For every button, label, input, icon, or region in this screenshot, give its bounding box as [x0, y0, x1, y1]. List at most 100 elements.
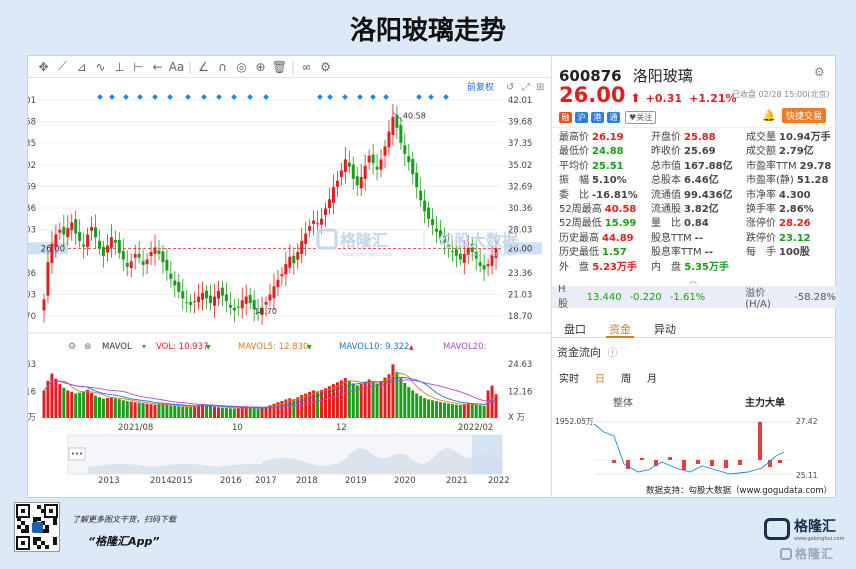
volume-bar [260, 407, 264, 418]
arrow-left-icon[interactable]: ← [148, 60, 167, 74]
flow-bar [612, 460, 616, 463]
overview-year-label: 2019 [345, 476, 367, 486]
flow-tab-overall[interactable]: 整体 [552, 394, 694, 410]
volume-bar [62, 387, 66, 418]
flow-bar [696, 460, 700, 464]
qr-module [45, 529, 49, 533]
vol-tick-right: 12.16 [508, 387, 532, 397]
collapse-chevron-icon[interactable]: ︿ [689, 275, 697, 286]
quote-cell: 总市值 167.88亿 [651, 160, 746, 174]
quick-trade-button[interactable]: 快捷交易 [782, 108, 827, 123]
quote-cell: 总股本 6.46亿 [651, 174, 746, 188]
volume-bar [224, 407, 228, 418]
ruler-icon[interactable]: ∠ [194, 60, 213, 74]
quote-row: 52周最低 15.99 量 比 0.84 涨停价 28.26 [559, 217, 831, 231]
eye-icon[interactable]: ◎ [232, 60, 251, 74]
y-tick-right: 39.68 [508, 118, 532, 128]
quote-value: 6.46亿 [684, 175, 719, 187]
candle [117, 239, 121, 253]
more-icon: ••• [71, 450, 83, 458]
volume-bar [113, 398, 117, 418]
flow-bar [640, 458, 644, 460]
outer-volume: 外 盘 5.23万手 [559, 262, 637, 273]
tab-anomaly[interactable]: 异动 [654, 321, 676, 337]
volume-bar [129, 401, 133, 418]
candle [327, 199, 331, 209]
volume-bar [212, 406, 216, 418]
help-icon[interactable]: ⓘ [608, 348, 618, 359]
volume-bar [90, 393, 94, 418]
volume-bar [189, 407, 193, 418]
volume-bar [161, 404, 165, 418]
range-icon[interactable]: ⊢ [129, 60, 148, 74]
qr-module [21, 529, 25, 533]
quote-value: 100股 [779, 247, 810, 259]
volume-bar [137, 402, 141, 418]
bell-icon[interactable]: 🔔 [762, 109, 776, 122]
kline-chart[interactable]: 前复权 ↺ ⤢ ⊞ 42.01 42.01 39.68 39.68 37.35 37.35 35.0… [28, 78, 551, 497]
volume-bar [220, 407, 224, 418]
candle [54, 234, 58, 248]
candle [351, 164, 355, 179]
follow-button[interactable]: ♥关注 [625, 111, 657, 124]
candle [343, 159, 347, 172]
wave-icon[interactable]: ∿ [91, 60, 110, 74]
quote-cell: 股息率TTM -- [651, 246, 746, 260]
line-tool-icon[interactable]: ⟋ [53, 59, 72, 74]
lock-icon[interactable]: ⊕ [251, 60, 270, 74]
candle [197, 296, 201, 303]
period-week[interactable]: 周 [621, 370, 631, 385]
flow-bar [626, 460, 630, 469]
quote-key: 委 比 [559, 189, 589, 201]
indicator-name: MAVOL [102, 342, 132, 352]
volume-bar [109, 397, 113, 418]
flow-tab-main[interactable]: 主力大单 [694, 394, 836, 410]
quote-cell: 每 手 100股 [746, 246, 831, 260]
candle [173, 280, 177, 286]
period-high-label: 40.58 [403, 111, 426, 120]
period-day[interactable]: 日 [595, 370, 605, 385]
candle [133, 253, 137, 258]
volume-bar [474, 404, 478, 418]
volume-bar [351, 383, 355, 418]
overview-year-label: 2017 [255, 476, 277, 486]
candle [240, 300, 244, 309]
gear-icon[interactable]: ⚙ [316, 60, 335, 74]
fork-icon[interactable]: ⊿ [72, 60, 91, 74]
y-tick-left: 18.70 [28, 312, 36, 322]
quote-row: 52周最高 40.58 流通股 3.82亿 换手率 2.86% [559, 203, 831, 217]
text-icon[interactable]: Aa [167, 60, 186, 74]
candle [145, 259, 149, 265]
overview-year-label: 2016 [220, 476, 242, 486]
measure-icon[interactable]: ⊥ [110, 60, 129, 74]
y-tick-left: 21.03 [28, 290, 36, 300]
quote-key: 52周最高 [559, 204, 602, 216]
settings-gear-icon[interactable]: ⚙ [814, 65, 825, 79]
quote-value: 0.84 [684, 218, 709, 230]
adjust-mode-label: 前复权 [467, 81, 494, 93]
move-icon[interactable]: ✥ [34, 60, 53, 74]
quote-value: 25.69 [684, 146, 716, 158]
period-realtime[interactable]: 实时 [559, 370, 579, 385]
mavol20-value: MAVOL20: [443, 342, 486, 352]
h-share-bar[interactable]: H股 13.440 -0.220 -1.61% 溢价(H/A) -58.28% [552, 284, 836, 310]
volume-bar [193, 406, 197, 418]
quote-value: 28.26 [779, 218, 811, 230]
candle [101, 247, 105, 256]
magnet-icon[interactable]: ∩ [213, 60, 232, 74]
candle [383, 146, 387, 156]
ma5-down-icon: ▼ [307, 344, 312, 351]
volume-bar [494, 394, 498, 418]
link-icon[interactable]: ∞ [297, 60, 316, 74]
volume-bar [486, 390, 490, 418]
trash-icon[interactable]: 🗑 [270, 60, 289, 74]
quote-key: 跌停价 [746, 232, 776, 244]
tab-fund[interactable]: 资金 [609, 321, 631, 337]
tab-orderbook[interactable]: 盘口 [564, 321, 586, 337]
quote-key: 总股本 [651, 175, 681, 187]
event-marker-icon [123, 94, 129, 100]
quote-cell: 市盈率TTM 29.78 [746, 160, 831, 174]
period-month[interactable]: 月 [647, 370, 657, 385]
vol-unit-right: X 万 [508, 413, 525, 423]
event-marker-icon [216, 94, 222, 100]
